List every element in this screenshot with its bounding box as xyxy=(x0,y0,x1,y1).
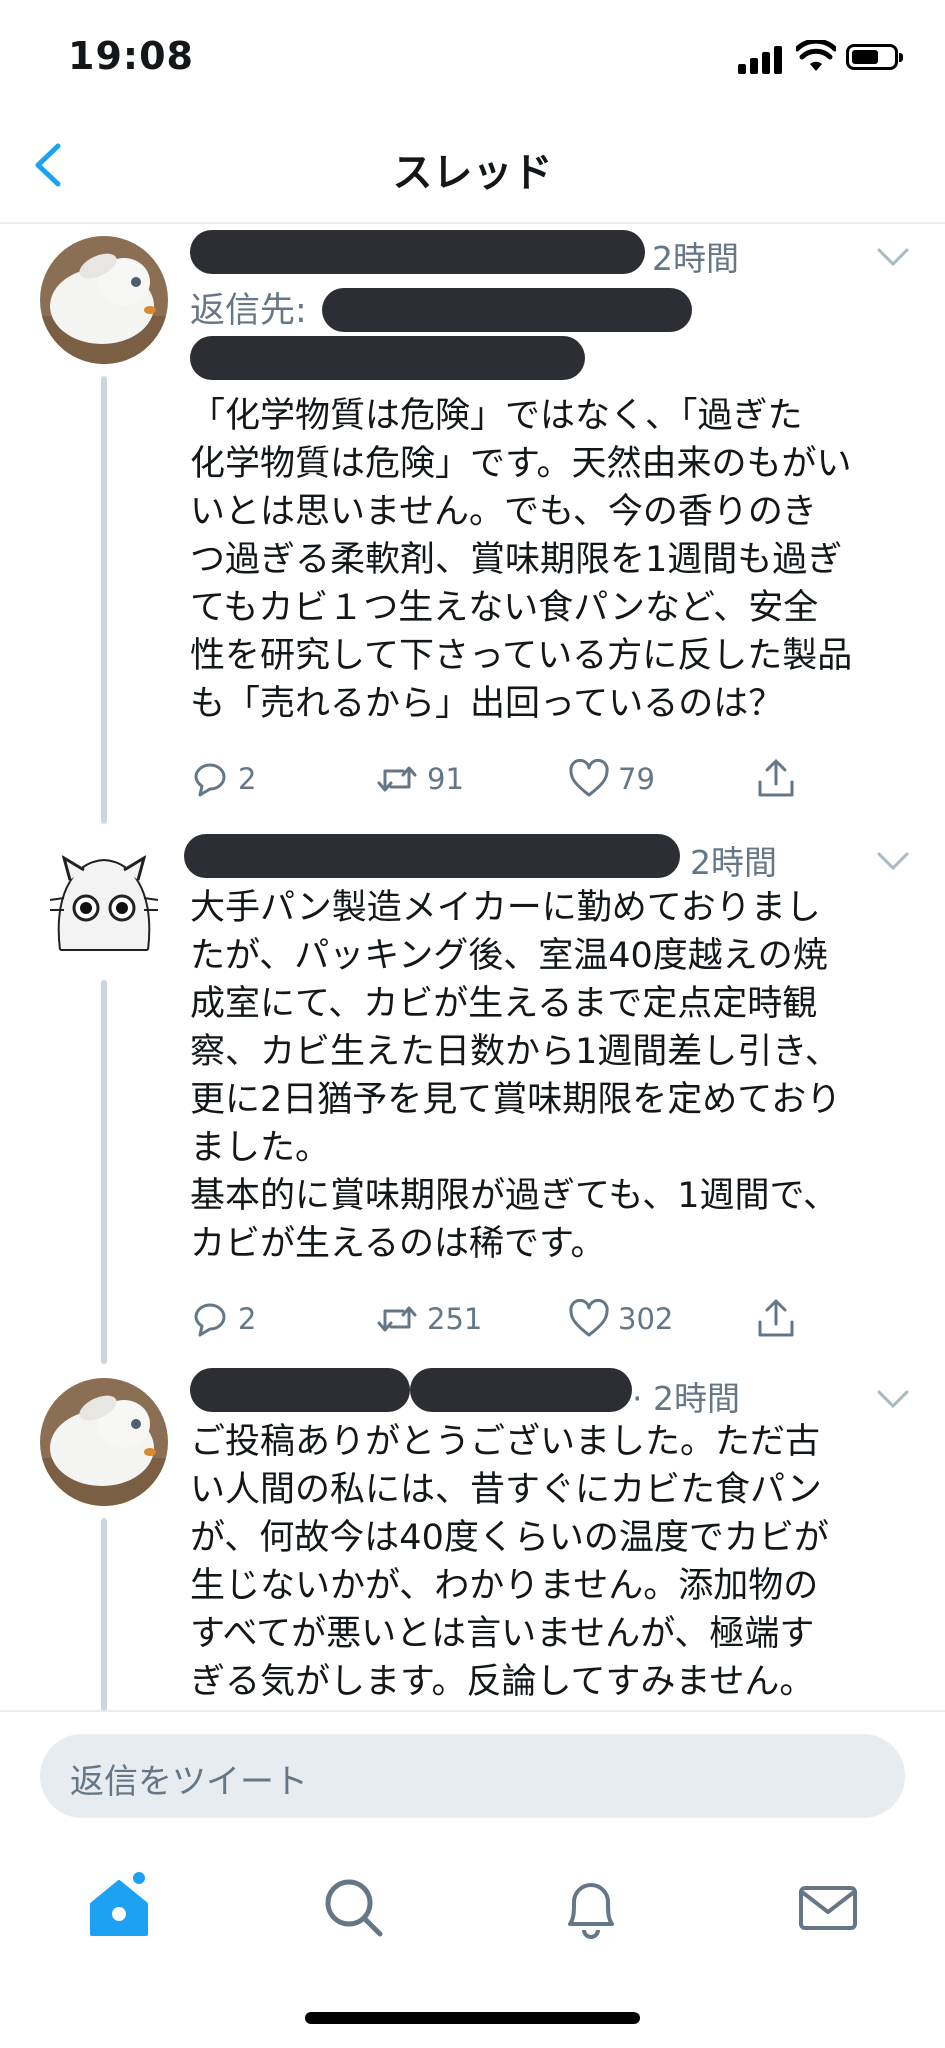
thread-line xyxy=(101,980,107,1364)
tweet-actions: 2 91 79 xyxy=(190,754,830,804)
like-count: 79 xyxy=(618,762,655,796)
like-button[interactable]: 79 xyxy=(568,754,655,804)
retweet-icon xyxy=(377,766,417,792)
reply-composer-bar: 返信をツイート xyxy=(0,1710,945,1852)
reply-button[interactable]: 2 xyxy=(190,754,256,804)
avatar-rabbit[interactable] xyxy=(40,1378,168,1506)
reply-to-label: 返信先: xyxy=(190,291,307,331)
reply-icon xyxy=(194,1303,226,1337)
reply-icon xyxy=(194,763,226,797)
status-bar: 19:08 xyxy=(0,0,945,110)
reply-input[interactable]: 返信をツイート xyxy=(40,1734,905,1818)
thread-line xyxy=(101,1518,107,1710)
share-button[interactable] xyxy=(755,1294,797,1344)
navigation-bar: スレッド xyxy=(0,110,945,224)
retweet-button[interactable]: 91 xyxy=(375,754,464,804)
retweet-icon xyxy=(377,1306,417,1332)
thread-line xyxy=(101,376,107,824)
messages-icon[interactable] xyxy=(793,1872,863,1942)
retweet-count: 91 xyxy=(427,762,464,796)
redacted-reply-target[interactable] xyxy=(322,288,692,332)
share-icon xyxy=(758,1299,794,1337)
chevron-down-icon[interactable] xyxy=(876,246,910,268)
rabbit-avatar-image xyxy=(40,236,168,364)
redacted-username xyxy=(410,1368,632,1412)
home-indicator[interactable] xyxy=(305,2012,640,2024)
tweet-timestamp: 2時間 xyxy=(690,843,777,882)
tweet[interactable]: 2時間 返信先: 「化学物質は危険」ではなく、「過ぎた 化学物質は危険」です。天… xyxy=(0,224,945,824)
tweet[interactable]: · 2時間 ご投稿ありがとうございました。ただ古 い人間の私には、昔すぐにカビた… xyxy=(0,1364,945,1710)
tweet-timestamp: · 2時間 xyxy=(632,1379,740,1418)
reply-input-placeholder: 返信をツイート xyxy=(70,1762,308,1802)
notifications-icon[interactable] xyxy=(556,1872,626,1942)
reply-count: 2 xyxy=(238,1302,257,1336)
avatar-anime[interactable] xyxy=(40,840,168,968)
anime-avatar-image xyxy=(40,840,168,968)
share-icon xyxy=(758,759,794,797)
retweet-button[interactable]: 251 xyxy=(375,1294,482,1344)
tab-bar xyxy=(0,1850,945,1970)
tweet-text: 大手パン製造メイカーに勤めておりまし たが、パッキング後、室温40度越えの焼 成… xyxy=(190,888,842,1264)
share-button[interactable] xyxy=(755,754,797,804)
rabbit-avatar-image xyxy=(40,1378,168,1506)
like-icon xyxy=(569,1299,609,1337)
battery-icon xyxy=(846,44,903,70)
retweet-count: 251 xyxy=(427,1302,483,1336)
wifi-icon xyxy=(796,40,836,71)
tweet-text: ご投稿ありがとうございました。ただ古 い人間の私には、昔すぐにカビた食パン が、… xyxy=(190,1422,829,1702)
status-time: 19:08 xyxy=(68,34,194,78)
home-icon[interactable] xyxy=(84,1872,154,1942)
redacted-reply-target[interactable] xyxy=(190,336,585,380)
chevron-down-icon[interactable] xyxy=(876,1388,910,1410)
reply-count: 2 xyxy=(238,762,257,796)
search-icon[interactable] xyxy=(318,1872,388,1942)
like-button[interactable]: 302 xyxy=(568,1294,673,1344)
tweet-actions: 2 251 302 xyxy=(190,1294,830,1344)
page-title: スレッド xyxy=(392,150,553,196)
cellular-signal-icon xyxy=(738,44,784,74)
redacted-username xyxy=(184,834,680,878)
like-count: 302 xyxy=(618,1302,674,1336)
avatar-rabbit[interactable] xyxy=(40,236,168,364)
tweet[interactable]: 2時間 大手パン製造メイカーに勤めておりまし たが、パッキング後、室温40度越え… xyxy=(0,824,945,1364)
tweet-text: 「化学物質は危険」ではなく、「過ぎた 化学物質は危険」です。天然由来のもがい い… xyxy=(190,396,853,724)
tweet-timestamp: 2時間 xyxy=(652,239,739,278)
redacted-username xyxy=(190,1368,410,1412)
redacted-username xyxy=(190,230,645,274)
reply-button[interactable]: 2 xyxy=(190,1294,256,1344)
like-icon xyxy=(569,759,609,797)
chevron-down-icon[interactable] xyxy=(876,850,910,872)
